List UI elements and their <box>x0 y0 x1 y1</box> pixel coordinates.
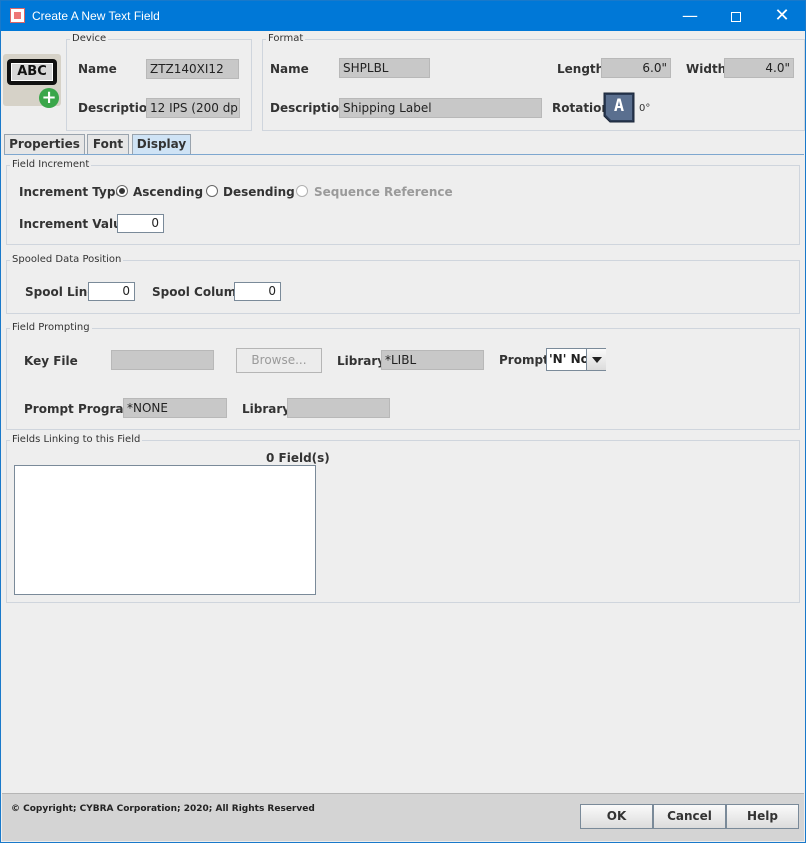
format-rotation-label: Rotation <box>552 101 610 115</box>
program-library-label: Library <box>242 402 291 416</box>
fields-linking-group-label: Fields Linking to this Field <box>10 434 143 445</box>
prompt-library-label: Library <box>337 354 386 368</box>
field-count-label: 0 Field(s) <box>266 451 330 465</box>
device-name-label: Name <box>78 62 117 76</box>
device-description-label: Description <box>78 101 156 115</box>
field-increment-group-label: Field Increment <box>10 159 92 170</box>
desending-radio-label[interactable]: Desending <box>223 185 295 199</box>
prompt-select[interactable]: 'N' No <box>546 348 606 371</box>
prompt-program-label: Prompt Program <box>24 402 137 416</box>
desending-radio[interactable] <box>206 185 218 197</box>
format-description-field: Shipping Label <box>339 98 542 118</box>
rotation-value: 0° <box>639 103 651 114</box>
browse-button: Browse... <box>236 348 322 373</box>
format-length-label: Length <box>557 62 605 76</box>
maximize-icon[interactable] <box>713 1 759 31</box>
spool-column-label: Spool Column <box>152 285 245 299</box>
plus-icon: + <box>39 88 59 108</box>
prompt-library-field: *LIBL <box>381 350 484 370</box>
field-increment-group <box>6 165 800 245</box>
field-prompting-group-label: Field Prompting <box>10 322 92 333</box>
add-text-field-icon: ABC + <box>3 54 61 108</box>
cancel-button[interactable]: Cancel <box>653 804 726 829</box>
minimize-icon[interactable]: — <box>667 1 713 31</box>
linked-fields-list[interactable] <box>14 465 316 595</box>
spool-group-label: Spooled Data Position <box>10 254 124 265</box>
increment-type-label: Increment Type <box>19 185 124 199</box>
format-name-label: Name <box>270 62 309 76</box>
title-bar: Create A New Text Field — ✕ <box>1 1 805 31</box>
device-group-label: Device <box>70 33 109 44</box>
key-file-label: Key File <box>24 354 78 368</box>
chevron-down-icon[interactable] <box>586 349 606 370</box>
footer-bar: © Copyright; CYBRA Corporation; 2020; Al… <box>2 793 804 841</box>
ascending-radio[interactable] <box>116 185 128 197</box>
sequence-reference-radio-label: Sequence Reference <box>314 185 453 199</box>
prompt-select-value: 'N' No <box>549 352 589 366</box>
spool-line-input[interactable]: 0 <box>88 282 135 301</box>
format-description-label: Description <box>270 101 348 115</box>
rotation-icon: A <box>603 92 635 123</box>
ok-button[interactable]: OK <box>580 804 653 829</box>
program-library-field <box>287 398 390 418</box>
format-name-field: SHPLBL <box>339 58 430 78</box>
help-button[interactable]: Help <box>726 804 799 829</box>
device-description-field: 12 IPS (200 dpi) <box>146 98 240 118</box>
tab-divider <box>4 154 804 155</box>
sequence-reference-radio <box>296 185 308 197</box>
key-file-field <box>111 350 214 370</box>
ascending-radio-label[interactable]: Ascending <box>133 185 203 199</box>
app-icon <box>10 8 25 23</box>
logo-text: ABC <box>11 63 53 81</box>
close-icon[interactable]: ✕ <box>759 1 805 31</box>
format-width-field: 4.0" <box>724 58 794 78</box>
rotation-glyph: A <box>613 96 625 116</box>
format-length-field: 6.0" <box>601 58 671 78</box>
increment-value-label: Increment Value <box>19 217 130 231</box>
spool-line-label: Spool Line <box>25 285 96 299</box>
prompt-program-field: *NONE <box>123 398 227 418</box>
tab-properties[interactable]: Properties <box>4 134 85 155</box>
spool-column-input[interactable]: 0 <box>234 282 281 301</box>
window-title: Create A New Text Field <box>32 9 160 23</box>
format-width-label: Width <box>686 62 727 76</box>
tab-display[interactable]: Display <box>132 134 191 155</box>
copyright-text: © Copyright; CYBRA Corporation; 2020; Al… <box>11 804 315 814</box>
prompt-label: Prompt <box>499 353 549 367</box>
tab-font[interactable]: Font <box>87 134 129 155</box>
device-name-field: ZTZ140XI12 <box>146 59 239 79</box>
increment-value-input[interactable]: 0 <box>117 214 164 233</box>
format-group-label: Format <box>266 33 306 44</box>
dialog-window: Create A New Text Field — ✕ ABC + Device… <box>0 0 806 843</box>
